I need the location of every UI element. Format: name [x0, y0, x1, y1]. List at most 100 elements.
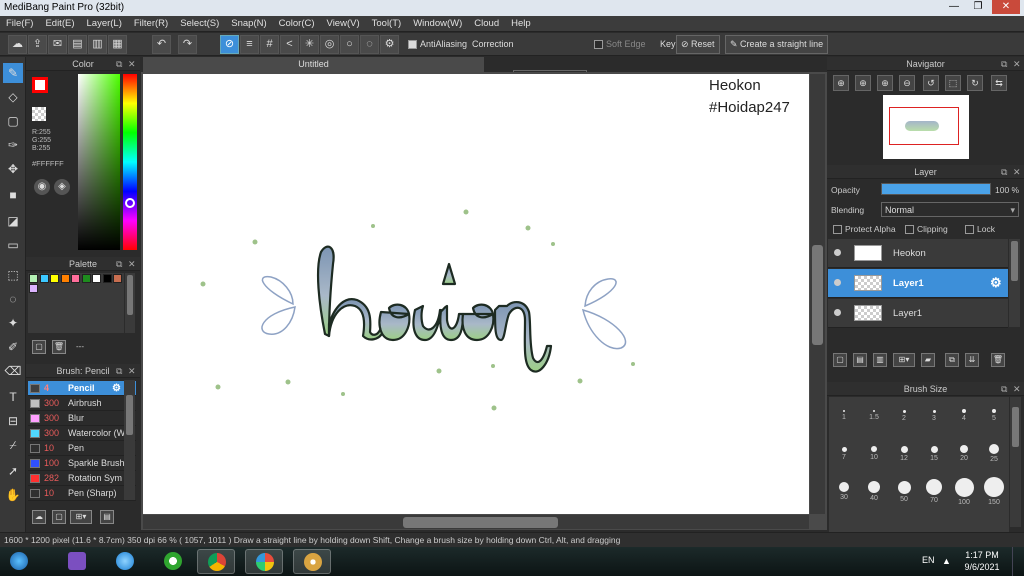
layer-row-layer1-selected[interactable]: Layer1 ⚙ — [828, 269, 1008, 298]
operation-tool-icon[interactable]: ➚ — [3, 461, 23, 481]
blending-select[interactable]: Normal — [881, 202, 1019, 217]
canvas-vertical-scroll-thumb[interactable] — [812, 245, 823, 345]
close-icon[interactable]: ✕ — [1013, 382, 1021, 396]
taskbar-paint[interactable] — [293, 549, 331, 574]
new-halftone-layer-icon[interactable]: ▤ — [853, 353, 867, 367]
undo-icon[interactable]: ↶ — [152, 35, 171, 54]
menu-filter[interactable]: Filter(R) — [128, 16, 174, 32]
menu-layer[interactable]: Layer(L) — [81, 16, 128, 32]
visibility-icon[interactable] — [834, 309, 841, 316]
brush-size-option[interactable]: 1 — [829, 401, 859, 437]
taskbar-chrome[interactable] — [197, 549, 235, 574]
brush-size-option[interactable]: 50 — [889, 477, 919, 513]
float-icon[interactable]: ⧉ — [116, 257, 122, 271]
float-icon[interactable]: ⧉ — [1001, 165, 1007, 179]
delete-layer-icon[interactable]: 🗑 — [991, 353, 1005, 367]
close-icon[interactable]: ✕ — [1013, 165, 1021, 179]
clipping-check[interactable] — [905, 225, 914, 235]
brush-settings-icon[interactable]: ▤ — [100, 510, 114, 524]
zoom-in-icon[interactable]: ⊕ — [833, 75, 849, 91]
close-button[interactable]: ✕ — [992, 0, 1020, 14]
menu-select[interactable]: Select(S) — [174, 16, 225, 32]
layer-settings-icon[interactable]: ⚙ — [990, 275, 1002, 291]
flip-icon[interactable]: ⇆ — [991, 75, 1007, 91]
brush-size-option[interactable]: 2 — [889, 401, 919, 437]
brush-item[interactable]: 300 Airbrush — [28, 396, 136, 411]
menu-file[interactable]: File(F) — [0, 16, 39, 32]
brush-size-option[interactable]: 3 — [919, 401, 949, 437]
taskbar-app-green[interactable] — [154, 549, 192, 574]
curve-snap-icon[interactable]: ◌ — [360, 35, 379, 54]
snap-settings-icon[interactable]: ⚙ — [380, 35, 399, 54]
brush-item[interactable]: 300 Blur — [28, 411, 136, 426]
share-icon[interactable]: ⇪ — [28, 35, 47, 54]
brush-item[interactable]: 4 Pencil ⚙ — [28, 381, 136, 396]
show-desktop-button[interactable] — [1012, 547, 1024, 576]
visibility-icon[interactable] — [834, 249, 841, 256]
zoom-fit-icon[interactable]: ⊕ — [855, 75, 871, 91]
close-icon[interactable]: ✕ — [128, 364, 136, 378]
color-wheel-icon[interactable]: ◉ — [34, 179, 50, 195]
select-eraser-tool-icon[interactable]: ⌫ — [3, 361, 23, 381]
soft-edge-checkbox[interactable]: Soft Edge — [594, 39, 646, 50]
chat-icon[interactable]: ▤ — [68, 35, 87, 54]
close-icon[interactable]: ✕ — [128, 57, 136, 71]
brush-item[interactable]: 100 Sparkle Brush — [28, 456, 136, 471]
palette-swatch[interactable] — [71, 274, 80, 283]
tray-expand-icon[interactable]: ▲ — [942, 556, 951, 566]
palette-swatch[interactable] — [102, 274, 112, 283]
eraser-tool-icon[interactable]: ◇ — [3, 87, 23, 107]
antialiasing-check[interactable] — [408, 40, 417, 50]
cloud-icon[interactable]: ☁ — [8, 35, 27, 54]
close-icon[interactable]: ✕ — [128, 257, 136, 271]
select-pen-tool-icon[interactable]: ✐ — [3, 337, 23, 357]
palette-swatch[interactable] — [39, 274, 49, 283]
saturation-value-picker[interactable] — [78, 74, 120, 250]
protect-alpha-check[interactable] — [833, 225, 842, 235]
float-icon[interactable]: ⧉ — [1001, 57, 1007, 71]
brush-tool-icon[interactable]: ✎ — [3, 63, 23, 83]
move-tool-icon[interactable]: ✥ — [3, 159, 23, 179]
brush-size-option[interactable]: 12 — [889, 439, 919, 475]
new-brush-icon[interactable]: ▢ — [52, 510, 66, 524]
fit-window-icon[interactable]: ⬚ — [945, 75, 961, 91]
palette-swatch[interactable] — [60, 274, 70, 283]
language-indicator[interactable]: EN — [922, 555, 935, 565]
hue-slider[interactable] — [123, 74, 137, 250]
document-icon[interactable]: ▥ — [88, 35, 107, 54]
cross-snap-icon[interactable]: # — [260, 35, 279, 54]
menu-view[interactable]: View(V) — [321, 16, 366, 32]
palette-swatch[interactable] — [113, 274, 122, 283]
taskbar-internet-explorer[interactable] — [106, 549, 144, 574]
soft-edge-check[interactable] — [594, 40, 603, 50]
tab-untitled[interactable]: Untitled — [143, 57, 484, 72]
menu-tool[interactable]: Tool(T) — [366, 16, 408, 32]
merge-down-icon[interactable]: ⇊ — [965, 353, 979, 367]
float-icon[interactable]: ⧉ — [116, 57, 122, 71]
circle-snap-icon[interactable]: ○ — [340, 35, 359, 54]
canvas-horizontal-scroll-thumb[interactable] — [403, 517, 558, 528]
brush-size-option[interactable]: 25 — [979, 439, 1009, 475]
reset-button[interactable]: ⊘ Reset — [676, 35, 720, 54]
transparent-swatch[interactable] — [32, 107, 46, 121]
palette-swatch[interactable] — [81, 274, 91, 283]
palette-scrollbar[interactable] — [125, 273, 135, 333]
brush-size-option[interactable]: 20 — [949, 439, 979, 475]
redo-icon[interactable]: ↷ — [178, 35, 197, 54]
lasso-tool-icon[interactable]: ◌ — [3, 289, 23, 309]
close-icon[interactable]: ✕ — [1013, 57, 1021, 71]
fill-rect-tool-icon[interactable]: ■ — [3, 185, 23, 205]
brush-size-option[interactable]: 5 — [979, 401, 1009, 437]
restore-button[interactable]: ❐ — [966, 0, 990, 14]
vanishing-snap-icon[interactable]: < — [280, 35, 299, 54]
rotate-right-icon[interactable]: ↻ — [967, 75, 983, 91]
float-icon[interactable]: ⧉ — [116, 364, 122, 378]
dot-tool-icon[interactable]: ✑ — [3, 135, 23, 155]
brush-size-option[interactable]: 1.5 — [859, 401, 889, 437]
taskbar-visual-studio[interactable] — [58, 549, 96, 574]
palette-swatch[interactable] — [50, 274, 59, 283]
hand-tool-icon[interactable]: ✋ — [3, 485, 23, 505]
menu-help[interactable]: Help — [505, 16, 537, 32]
zoom-actual-icon[interactable]: ⊕ — [877, 75, 893, 91]
menu-window[interactable]: Window(W) — [407, 16, 468, 32]
